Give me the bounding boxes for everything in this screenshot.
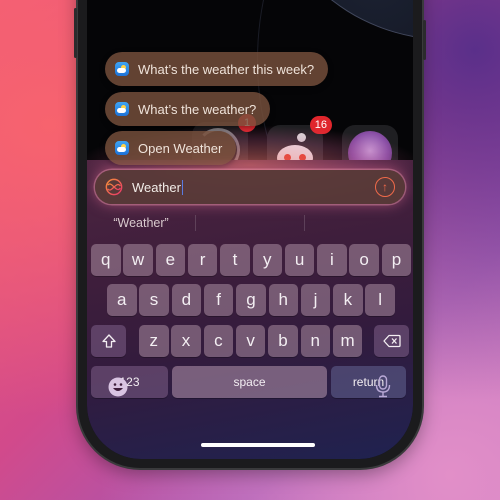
key-a[interactable]: a <box>107 284 137 316</box>
suggestion-open-weather[interactable]: Open Weather <box>105 131 237 165</box>
suggestion-label: What’s the weather? <box>138 101 257 117</box>
screen: 1 16 What’s the weather this week? What’… <box>87 0 413 459</box>
keyboard-row: zxcvbnm <box>91 325 409 357</box>
key-u[interactable]: u <box>284 244 315 276</box>
weather-app-icon <box>115 62 129 76</box>
key-w[interactable]: w <box>123 244 153 276</box>
dictation-button[interactable] <box>375 375 391 404</box>
key-s[interactable]: s <box>139 284 169 316</box>
search-input-value: Weather <box>132 179 181 195</box>
emoji-icon <box>108 377 128 397</box>
phone-frame: 1 16 What’s the weather this week? What’… <box>74 0 426 468</box>
text-caret <box>181 179 184 195</box>
key-g[interactable]: g <box>236 284 266 316</box>
delete-key[interactable] <box>374 325 409 357</box>
emoji-button[interactable] <box>108 377 128 402</box>
return-key[interactable]: return <box>331 366 406 398</box>
suggestion-label: What’s the weather this week? <box>138 61 315 77</box>
weather-app-icon <box>115 141 129 155</box>
home-indicator[interactable] <box>201 443 315 447</box>
key-j[interactable]: j <box>300 284 331 316</box>
keyboard-row: qwertyuiop <box>91 244 412 276</box>
key-y[interactable]: y <box>252 244 282 276</box>
key-q[interactable]: q <box>91 244 121 276</box>
arrow-up-circle-icon[interactable]: ↑ <box>375 177 395 197</box>
predictive-suggestion[interactable] <box>305 210 413 236</box>
siri-text-input[interactable]: Weather ↑ <box>95 170 405 204</box>
suggestion-label: Open Weather <box>138 140 223 156</box>
delete-icon <box>382 334 401 348</box>
shift-icon <box>101 334 116 348</box>
key-e[interactable]: e <box>155 244 186 276</box>
side-button <box>74 8 77 58</box>
suggestion-weather[interactable]: What’s the weather? <box>105 92 271 126</box>
key-f[interactable]: f <box>203 284 234 316</box>
keyboard-row: asdfghjkl <box>91 284 409 316</box>
weather-app-icon <box>115 102 129 116</box>
numbers-key[interactable]: 123 <box>91 366 168 398</box>
key-n[interactable]: n <box>300 325 330 357</box>
key-o[interactable]: o <box>349 244 379 276</box>
predictive-bar: “Weather” <box>87 210 413 236</box>
keyboard-row: 123 space return <box>91 366 409 398</box>
key-t[interactable]: t <box>220 244 250 276</box>
predictive-suggestion[interactable] <box>196 210 304 236</box>
siri-icon <box>105 178 123 196</box>
microphone-icon <box>375 375 391 398</box>
key-v[interactable]: v <box>235 325 266 357</box>
shift-key[interactable] <box>91 325 126 357</box>
key-c[interactable]: c <box>203 325 234 357</box>
space-key[interactable]: space <box>172 366 327 398</box>
key-r[interactable]: r <box>187 244 218 276</box>
key-h[interactable]: h <box>268 284 298 316</box>
key-i[interactable]: i <box>317 244 347 276</box>
suggestion-weather-this-week[interactable]: What’s the weather this week? <box>105 52 329 86</box>
predictive-suggestion[interactable]: “Weather” <box>87 210 195 236</box>
key-l[interactable]: l <box>365 284 395 316</box>
key-z[interactable]: z <box>139 325 169 357</box>
side-button <box>423 20 426 60</box>
key-b[interactable]: b <box>268 325 298 357</box>
key-m[interactable]: m <box>332 325 363 357</box>
key-k[interactable]: k <box>333 284 363 316</box>
key-d[interactable]: d <box>171 284 202 316</box>
key-p[interactable]: p <box>381 244 412 276</box>
key-x[interactable]: x <box>171 325 201 357</box>
